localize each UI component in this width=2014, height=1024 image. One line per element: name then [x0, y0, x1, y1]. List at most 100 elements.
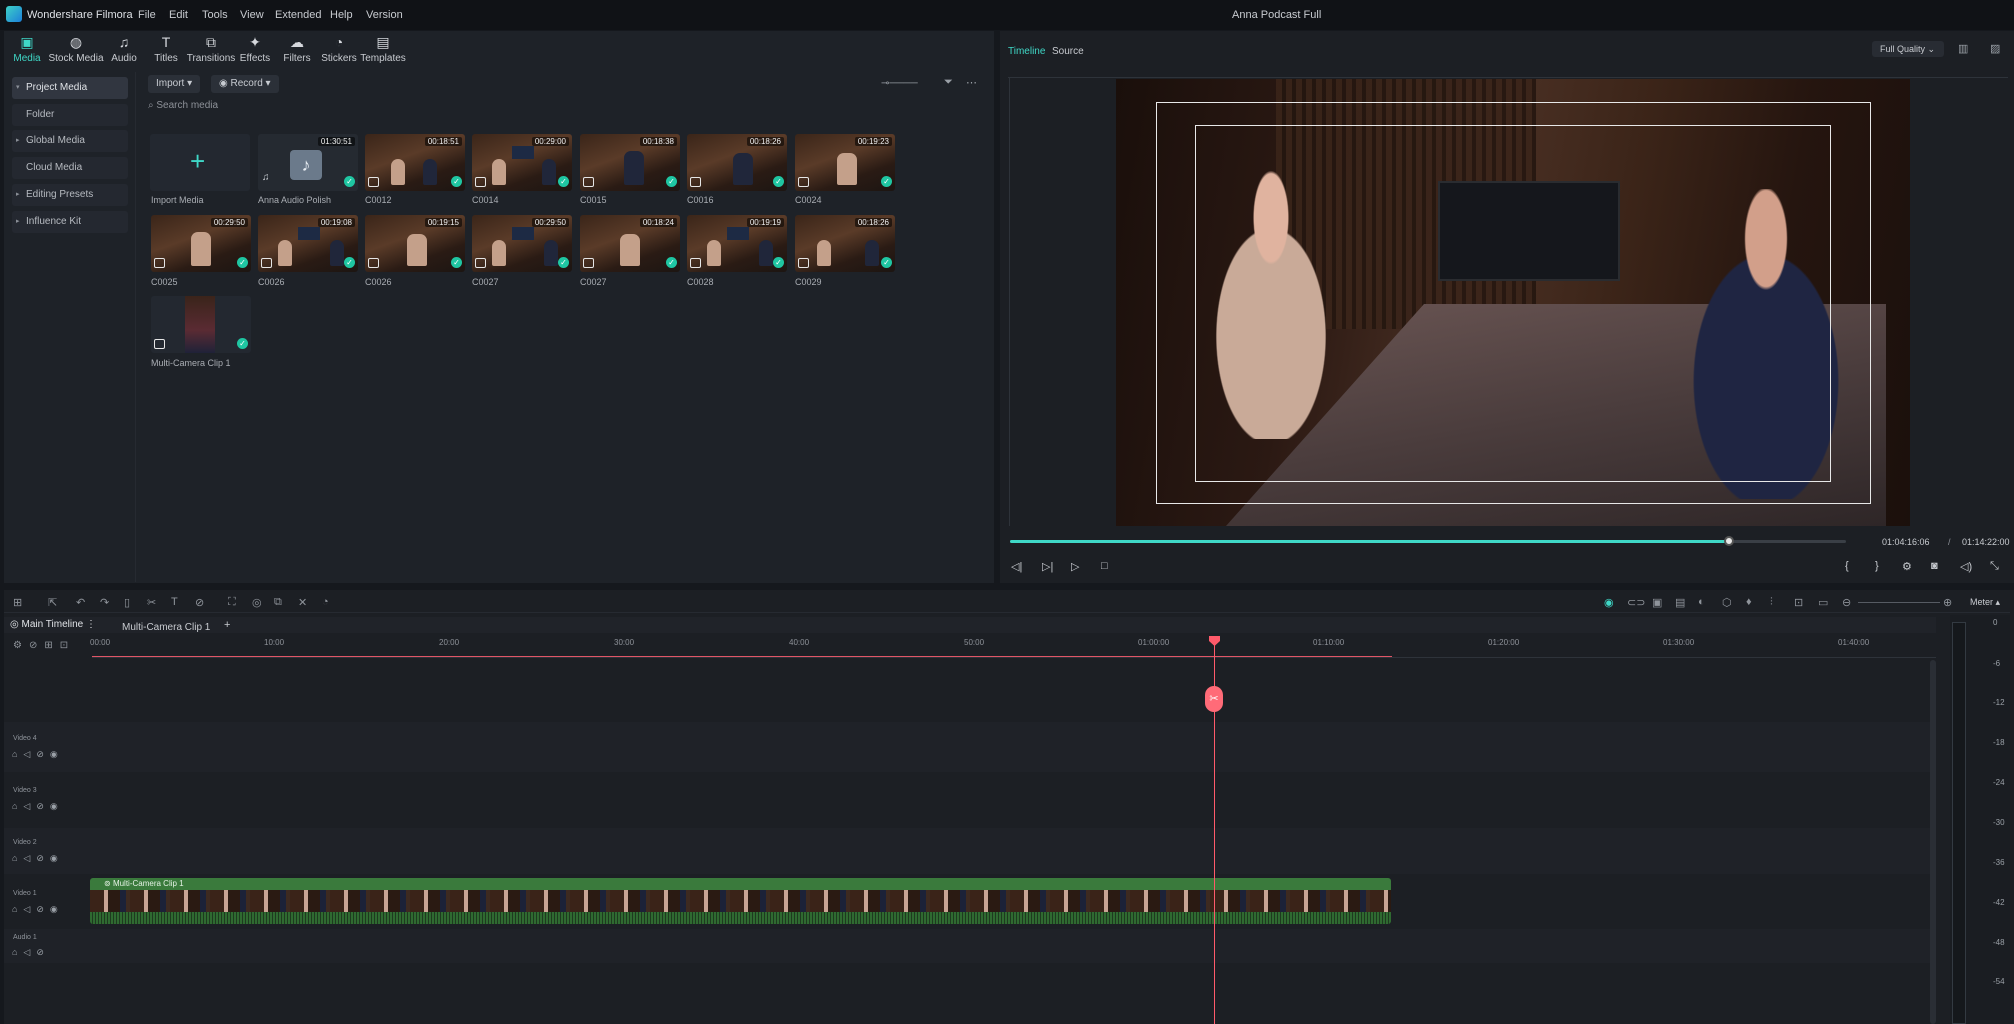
- tab-multi-camera[interactable]: Multi-Camera Clip 1: [122, 622, 210, 633]
- microphone-icon[interactable]: ♦: [1746, 596, 1752, 608]
- track-audio-1[interactable]: [4, 929, 1930, 963]
- media-thumb-c0028[interactable]: 00:19:19 ✓: [687, 215, 787, 272]
- media-thumb-c0026b[interactable]: 00:19:15 ✓: [365, 215, 465, 272]
- split-icon[interactable]: ✂: [147, 596, 156, 609]
- track-controls[interactable]: ⌂◁⊘◉: [12, 749, 64, 760]
- timeline-ruler[interactable]: [92, 636, 1936, 658]
- media-thumb-c0027[interactable]: 00:29:50 ✓: [472, 215, 572, 272]
- crop-icon[interactable]: ⊘: [195, 596, 204, 609]
- video-preview[interactable]: [1116, 79, 1910, 526]
- redo-icon[interactable]: ↷: [100, 596, 109, 609]
- media-thumb-c0016[interactable]: 00:18:26 ✓: [687, 134, 787, 191]
- delete-icon[interactable]: ▯: [124, 596, 130, 609]
- zoom-in-icon[interactable]: ⊕: [1943, 596, 1952, 609]
- media-thumb-c0029[interactable]: 00:18:26 ✓: [795, 215, 895, 272]
- media-thumb-c0025[interactable]: 00:29:50 ✓: [151, 215, 251, 272]
- fullscreen-icon[interactable]: ⤡: [1990, 560, 1999, 573]
- tab-main-timeline[interactable]: ◎ Main Timeline ⋮: [10, 619, 96, 630]
- sidebar-item-cloud-media[interactable]: Cloud Media: [12, 157, 128, 179]
- snapshot-icon[interactable]: ◙: [1931, 560, 1938, 572]
- media-thumb-c0014[interactable]: 00:29:00 ✓: [472, 134, 572, 191]
- keyframe-icon[interactable]: ◐: [1698, 596, 1705, 608]
- tool-templates[interactable]: ▤ Templates: [353, 33, 413, 64]
- menu-version[interactable]: Version: [366, 9, 403, 21]
- media-thumb-c0027b[interactable]: 00:18:24 ✓: [580, 215, 680, 272]
- sidebar-item-project-media[interactable]: ▾ Project Media: [12, 77, 128, 99]
- timeline-vertical-scrollbar[interactable]: [1930, 660, 1936, 1024]
- zoom-slider[interactable]: [1858, 602, 1940, 603]
- track-controls[interactable]: ⌂◁⊘◉: [12, 801, 64, 812]
- media-thumb-audio[interactable]: 01:30:51 ♪ ♫ ✓: [258, 134, 358, 191]
- menu-extended[interactable]: Extended: [275, 9, 321, 21]
- quality-select[interactable]: Full Quality ⌄: [1872, 41, 1944, 57]
- ai-tool-icon[interactable]: ⛶: [228, 596, 236, 609]
- timeline-track-tools[interactable]: ⚙⊘⊞⊡: [13, 640, 75, 651]
- record-button[interactable]: ◉ Record ▾: [211, 75, 279, 93]
- multicam-clip[interactable]: ⊚ Multi-Camera Clip 1: [90, 878, 1391, 924]
- track-controls[interactable]: ⌂◁⊘◉: [12, 904, 64, 915]
- record-voice-icon[interactable]: ▤: [1675, 596, 1685, 609]
- previous-frame-icon[interactable]: ◁|: [1011, 560, 1022, 573]
- media-thumb-multicam[interactable]: ✓: [151, 296, 251, 353]
- track-video-3[interactable]: [4, 775, 1930, 825]
- menu-edit[interactable]: Edit: [169, 9, 188, 21]
- layout-icon[interactable]: ▥: [1958, 42, 1968, 55]
- timer-icon[interactable]: ◔: [322, 596, 329, 608]
- shield-icon[interactable]: ⬡: [1722, 596, 1732, 609]
- scissors-icon[interactable]: ✂: [1205, 686, 1223, 712]
- add-tab-icon[interactable]: +: [224, 619, 230, 631]
- media-thumb-c0015[interactable]: 00:18:38 ✓: [580, 134, 680, 191]
- media-icon: ▣: [20, 34, 34, 50]
- play-icon[interactable]: ▷: [1071, 560, 1079, 573]
- sidebar-item-folder[interactable]: Folder: [12, 104, 128, 126]
- link-icon[interactable]: ⊂⊃: [1627, 596, 1645, 609]
- track-controls[interactable]: ⌂◁⊘: [12, 947, 50, 958]
- volume-icon[interactable]: ◁): [1960, 560, 1972, 573]
- import-media-tile[interactable]: +: [150, 134, 250, 191]
- undo-icon[interactable]: ↶: [76, 596, 85, 609]
- menu-tools[interactable]: Tools: [202, 9, 228, 21]
- meter-dropdown[interactable]: Meter ▴: [1970, 597, 2000, 608]
- media-thumb-c0012[interactable]: 00:18:51 ✓: [365, 134, 465, 191]
- stop-icon[interactable]: □: [1101, 560, 1108, 572]
- layout-grid-icon[interactable]: ⊞: [13, 596, 22, 609]
- next-frame-icon[interactable]: ▷|: [1042, 560, 1053, 573]
- ai-copilot-icon[interactable]: ◉: [1604, 596, 1614, 609]
- transform-icon[interactable]: ⧉: [274, 596, 282, 609]
- zoom-slider[interactable]: ⊸────: [881, 78, 918, 89]
- more-icon[interactable]: ⋯: [966, 76, 977, 89]
- tab-timeline[interactable]: Timeline: [1008, 46, 1045, 57]
- zoom-out-icon[interactable]: ⊖: [1842, 596, 1851, 609]
- sidebar-item-influence-kit[interactable]: ▸ Influence Kit: [12, 211, 128, 233]
- track-video-4[interactable]: [4, 722, 1930, 772]
- filter-icon[interactable]: ⏷: [944, 76, 953, 89]
- search-input[interactable]: ⌕ Search media: [148, 100, 984, 116]
- sidebar-item-editing-presets[interactable]: ▸ Editing Presets: [12, 184, 128, 206]
- db-label: -30: [1993, 818, 2005, 827]
- media-thumb-c0024[interactable]: 00:19:23 ✓: [795, 134, 895, 191]
- track-label: Video 4: [13, 735, 37, 742]
- app-name: Wondershare Filmora: [27, 9, 133, 21]
- import-button[interactable]: Import ▾: [148, 75, 201, 93]
- caption-icon[interactable]: ▭: [1818, 596, 1828, 609]
- mark-out-icon[interactable]: }: [1875, 560, 1879, 572]
- select-tool-icon[interactable]: ⇱: [48, 596, 57, 609]
- media-thumb-c0026[interactable]: 00:19:08 ✓: [258, 215, 358, 272]
- text-icon[interactable]: T: [171, 596, 178, 608]
- preview-progress-knob[interactable]: [1724, 536, 1734, 546]
- snapshot-view-icon[interactable]: ▨: [1990, 42, 2000, 55]
- mark-in-icon[interactable]: {: [1845, 560, 1849, 572]
- settings-icon[interactable]: ⚙: [1902, 560, 1912, 573]
- sidebar-item-global-media[interactable]: ▸ Global Media: [12, 130, 128, 152]
- track-video-2[interactable]: [4, 828, 1930, 874]
- speed-icon[interactable]: ◎: [252, 596, 262, 609]
- mixer-icon[interactable]: ⫶: [1770, 596, 1773, 609]
- menu-file[interactable]: File: [138, 9, 156, 21]
- menu-help[interactable]: Help: [330, 9, 353, 21]
- track-controls[interactable]: ⌂◁⊘◉: [12, 853, 64, 864]
- snap-icon[interactable]: ⊡: [1794, 596, 1803, 609]
- tab-source[interactable]: Source: [1052, 46, 1084, 57]
- marker-icon[interactable]: ▣: [1652, 596, 1662, 609]
- ai-cutout-icon[interactable]: ✕: [298, 596, 307, 609]
- menu-view[interactable]: View: [240, 9, 264, 21]
